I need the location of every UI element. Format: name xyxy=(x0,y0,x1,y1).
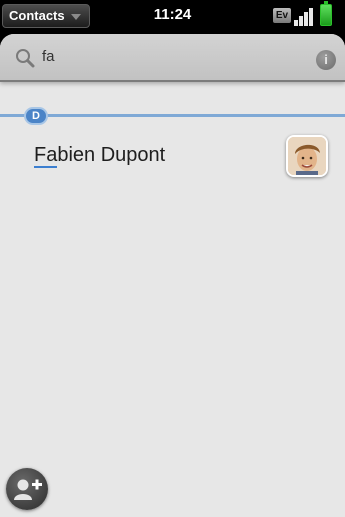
contacts-card: fa i D Fabien Dupont xyxy=(0,34,345,517)
search-icon xyxy=(16,49,35,68)
contact-name-rest: bien Dupont xyxy=(57,144,166,166)
device-screen: Contacts 11:24 Ev fa i D Fabien Dupont xyxy=(0,0,345,517)
section-letter: D xyxy=(24,107,48,125)
info-icon[interactable]: i xyxy=(316,50,336,70)
search-input[interactable]: fa xyxy=(42,48,55,65)
avatar xyxy=(286,135,328,177)
network-type-badge: Ev xyxy=(273,8,291,23)
contact-name: Fabien Dupont xyxy=(34,144,166,168)
list-item[interactable]: Fabien Dupont xyxy=(0,125,345,185)
search-match-highlight: Fa xyxy=(34,144,58,168)
section-divider: D xyxy=(0,107,345,125)
divider-line xyxy=(0,114,345,117)
signal-strength-icon xyxy=(294,6,318,26)
person-photo-icon xyxy=(288,137,326,175)
search-bar[interactable]: fa i xyxy=(0,34,345,82)
add-contact-button[interactable] xyxy=(6,468,48,510)
add-contact-icon xyxy=(14,479,42,500)
status-bar: Contacts 11:24 Ev xyxy=(0,0,345,34)
battery-icon xyxy=(320,1,332,26)
